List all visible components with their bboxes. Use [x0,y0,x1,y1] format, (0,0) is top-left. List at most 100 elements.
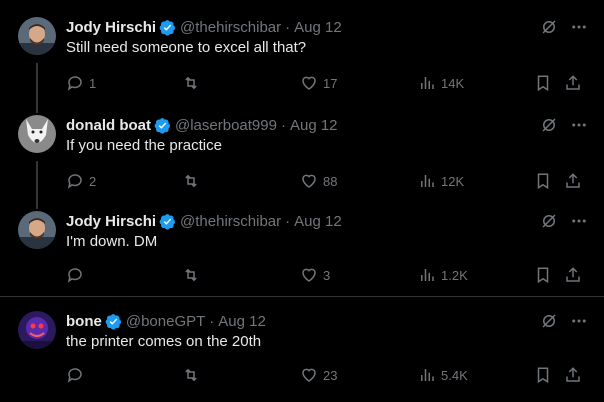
separator-dot: · [285,212,291,230]
tweet-divider [0,296,604,297]
bookmark-button[interactable] [534,73,557,93]
reply-button[interactable] [66,265,89,285]
tweet[interactable]: donald boat @laserboat999 · Aug 12 If yo… [0,115,604,199]
verified-icon [159,213,176,230]
tweet-text: I'm down. DM [66,233,158,250]
grok-icon[interactable] [538,17,560,37]
views-count: 1.2K [441,267,468,283]
author-handle[interactable]: @boneGPT [126,313,205,330]
retweet-button[interactable] [182,73,205,93]
share-button[interactable] [564,171,587,191]
views-icon [421,77,434,89]
retweet-button[interactable] [182,365,205,385]
retweet-button[interactable] [182,171,205,191]
verified-icon [159,19,176,36]
share-icon [566,75,580,90]
tweet-actions: 23 5.4K [66,365,590,385]
tweet-header: bone @boneGPT · Aug 12 [66,311,266,331]
author-handle[interactable]: @thehirschibar [180,213,281,230]
like-icon [302,368,316,382]
views-icon [421,369,434,381]
author-name[interactable]: bone [66,313,102,330]
reply-button[interactable] [66,365,89,385]
tweet[interactable]: bone @boneGPT · Aug 12 the printer comes… [0,311,604,395]
bookmark-button[interactable] [534,171,557,191]
tweet-date[interactable]: Aug 12 [294,213,342,230]
views-button[interactable]: 1.2K [418,265,468,285]
bookmark-button[interactable] [534,365,557,385]
retweet-icon [185,76,197,90]
grok-icon[interactable] [538,211,560,231]
like-button[interactable]: 3 [300,265,330,285]
share-button[interactable] [564,73,587,93]
verified-icon [154,117,171,134]
reply-count: 1 [89,75,97,91]
bookmark-icon [537,367,549,384]
like-button[interactable]: 17 [300,73,337,93]
separator-dot: · [209,312,215,330]
like-icon [302,268,316,282]
grok-icon[interactable] [538,311,560,331]
retweet-icon [185,368,197,382]
views-button[interactable]: 12K [418,171,464,191]
views-count: 14K [441,75,465,91]
views-icon [421,269,434,281]
author-handle[interactable]: @laserboat999 [175,117,277,134]
tweet-date[interactable]: Aug 12 [294,19,342,36]
tweet-text: If you need the practice [66,137,222,154]
avatar[interactable] [18,115,56,153]
tweet[interactable]: Jody Hirschi @thehirschibar · Aug 12 I'm… [0,211,604,295]
views-icon [421,175,434,187]
tweet-actions: 2 88 12K [66,171,590,191]
like-count: 88 [323,173,338,189]
more-icon[interactable] [568,17,590,37]
reply-icon [67,368,82,383]
verified-icon [105,313,121,330]
tweet-date[interactable]: Aug 12 [290,117,338,134]
views-button[interactable]: 5.4K [418,365,468,385]
author-handle[interactable]: @thehirschibar [180,19,281,36]
author-name[interactable]: Jody Hirschi [66,213,156,230]
author-name[interactable]: Jody Hirschi [66,19,156,36]
views-count: 12K [441,173,465,189]
more-icon[interactable] [568,211,590,231]
reply-button[interactable]: 1 [66,73,96,93]
tweet-text: Still need someone to excel all that? [66,39,307,56]
like-icon [302,174,316,188]
reply-button[interactable]: 2 [66,171,96,191]
tweet-text: the printer comes on the 20th [66,333,262,350]
tweet[interactable]: Jody Hirschi @thehirschibar · Aug 12 Sti… [0,17,604,101]
like-icon [302,76,316,90]
tweet-header: Jody Hirschi @thehirschibar · Aug 12 [66,211,342,231]
separator-dot: · [285,18,291,36]
share-icon [566,367,580,382]
avatar[interactable] [18,311,56,349]
tweet-actions: 1 17 14K [66,73,590,93]
more-icon[interactable] [568,311,590,331]
retweet-button[interactable] [182,265,205,285]
author-name[interactable]: donald boat [66,117,151,134]
reply-icon [67,76,82,91]
avatar[interactable] [18,17,56,55]
grok-icon[interactable] [538,115,560,135]
retweet-icon [185,174,197,188]
share-button[interactable] [564,365,587,385]
bookmark-icon [537,267,549,284]
views-button[interactable]: 14K [418,73,464,93]
retweet-icon [185,268,197,282]
bookmark-button[interactable] [534,265,557,285]
like-button[interactable]: 88 [300,171,337,191]
tweet-header: Jody Hirschi @thehirschibar · Aug 12 [66,17,342,37]
reply-count: 2 [89,173,97,189]
separator-dot: · [280,116,286,134]
more-icon[interactable] [568,115,590,135]
like-button[interactable]: 23 [300,365,337,385]
avatar[interactable] [18,211,56,249]
reply-icon [67,174,82,189]
reply-icon [67,268,82,283]
like-count: 17 [323,75,338,91]
tweet-date[interactable]: Aug 12 [218,313,266,330]
tweet-actions: 3 1.2K [66,265,590,285]
share-icon [566,173,580,188]
share-button[interactable] [564,265,587,285]
